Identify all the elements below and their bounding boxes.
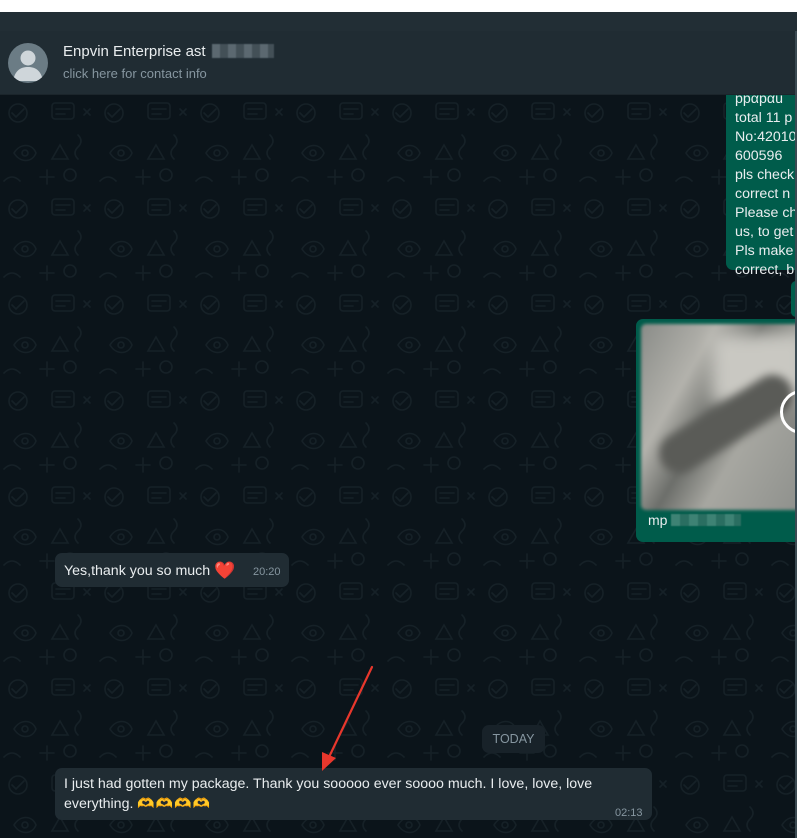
message-text: Yes,thank you so much	[64, 563, 211, 579]
chat-window: Enpvin Enterprise ast click here for con…	[0, 0, 797, 838]
redacted-name-blur	[211, 44, 274, 58]
message-line: correct n	[735, 186, 791, 202]
message-line: ppαpαu	[735, 95, 783, 107]
message-line: total 11 p	[735, 110, 793, 126]
blurred-video-thumbnail[interactable]	[641, 324, 797, 510]
outgoing-message[interactable]: ppαpαu total 11 p No:42010 600596 pls ch…	[726, 95, 797, 278]
message-time: 02:13	[615, 807, 643, 819]
contact-info-hint[interactable]: click here for contact info	[63, 66, 207, 81]
message-line: Pls make	[735, 243, 794, 259]
heart-hands-emoji: 🫶🫶🫶🫶	[137, 795, 212, 811]
message-text-line: I just had gotten my package. Thank you …	[64, 776, 593, 792]
media-caption: mp	[648, 512, 742, 528]
message-line: 600596	[735, 148, 783, 164]
incoming-message[interactable]: Yes,thank you so much ❤️ 20:20	[55, 553, 289, 587]
chat-area[interactable]: ppαpαu total 11 p No:42010 600596 pls ch…	[0, 95, 797, 838]
outgoing-video-message[interactable]: mp	[636, 319, 797, 542]
heart-emoji: ❤️	[214, 561, 236, 580]
message-line: No:42010	[735, 129, 797, 145]
date-separator: TODAY	[482, 725, 545, 753]
chat-header[interactable]: Enpvin Enterprise ast click here for con…	[0, 31, 797, 95]
message-line: pls check	[735, 167, 795, 183]
message-line: correct, b	[735, 262, 795, 278]
contact-name[interactable]: Enpvin Enterprise ast	[63, 43, 274, 60]
top-white-strip	[0, 0, 797, 12]
message-time: 20:20	[253, 566, 281, 578]
message-line: us, to get	[735, 224, 794, 240]
default-user-avatar-icon[interactable]	[8, 43, 48, 83]
message-line: Please ch	[735, 205, 797, 221]
title-bar	[0, 12, 797, 31]
message-text-line: everything. 🫶🫶🫶🫶	[64, 795, 212, 812]
redacted-caption-blur	[671, 514, 742, 526]
incoming-message[interactable]: I just had gotten my package. Thank you …	[55, 768, 652, 820]
